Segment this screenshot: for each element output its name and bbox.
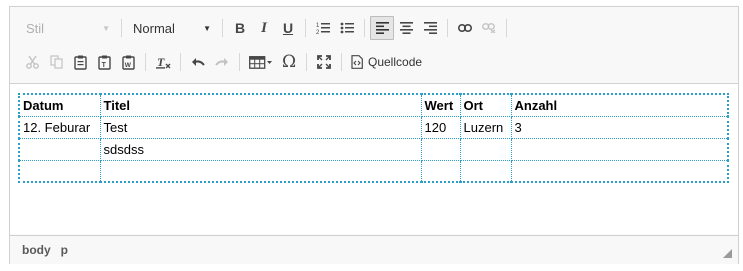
special-character-icon[interactable]: Ω	[277, 50, 301, 74]
toolbar-row-2: T W T Ω Quellcode	[20, 47, 426, 77]
style-dropdown[interactable]: Stil ▼	[20, 16, 116, 40]
rich-text-editor: Stil ▼ Normal ▼ B I U 12 T W T Ω Quellco…	[9, 6, 739, 264]
underline-button[interactable]: U	[276, 16, 300, 40]
cut-icon[interactable]	[20, 50, 44, 74]
bold-button[interactable]: B	[228, 16, 252, 40]
link-icon[interactable]	[453, 16, 477, 40]
table-cell[interactable]	[18, 159, 101, 183]
paste-icon[interactable]	[68, 50, 92, 74]
toolbar-separator	[506, 19, 507, 37]
table-header-cell[interactable]: Ort	[459, 93, 512, 117]
table-cell[interactable]: 3	[510, 115, 729, 139]
table-row: 12. Feburar Test 120 Luzern 3	[18, 115, 729, 139]
path-item-p[interactable]: p	[61, 243, 68, 257]
align-left-icon[interactable]	[370, 16, 394, 40]
table-cell[interactable]: 12. Feburar	[18, 115, 101, 139]
svg-text:W: W	[124, 62, 131, 69]
italic-button[interactable]: I	[252, 16, 276, 40]
editor-content-area[interactable]: Datum Titel Wert Ort Anzahl 12. Feburar …	[10, 84, 738, 234]
paste-text-icon[interactable]: T	[92, 50, 116, 74]
source-code-button[interactable]: Quellcode	[347, 50, 426, 74]
undo-icon[interactable]	[186, 50, 210, 74]
table-cell[interactable]	[459, 159, 512, 183]
svg-text:T: T	[157, 55, 165, 69]
format-dropdown-label: Normal	[133, 20, 175, 36]
source-code-label: Quellcode	[368, 55, 423, 69]
toolbar-row-1: Stil ▼ Normal ▼ B I U 12	[20, 13, 512, 43]
toolbar-separator	[305, 19, 306, 37]
remove-format-icon[interactable]: T	[151, 50, 175, 74]
path-item-body[interactable]: body	[22, 243, 51, 257]
toolbar-separator	[145, 53, 146, 71]
svg-text:2: 2	[316, 30, 320, 35]
table-icon[interactable]	[245, 50, 277, 74]
table-header-cell[interactable]: Anzahl	[510, 93, 729, 117]
table-cell[interactable]	[459, 137, 512, 161]
source-code-icon	[351, 55, 363, 69]
toolbar-separator	[121, 19, 122, 37]
table-cell[interactable]	[99, 159, 422, 183]
unlink-icon[interactable]	[477, 16, 501, 40]
table-cell[interactable]	[510, 159, 729, 183]
table-cell[interactable]	[510, 137, 729, 161]
paste-word-icon[interactable]: W	[116, 50, 140, 74]
svg-text:T: T	[101, 62, 106, 69]
table-header-cell[interactable]: Datum	[18, 93, 101, 117]
format-dropdown[interactable]: Normal ▼	[127, 16, 217, 40]
table-cell[interactable]: Test	[99, 115, 422, 139]
toolbar-separator	[306, 53, 307, 71]
numbered-list-icon[interactable]: 12	[311, 16, 335, 40]
align-right-icon[interactable]	[418, 16, 442, 40]
table-header-row: Datum Titel Wert Ort Anzahl	[18, 93, 729, 117]
toolbar-separator	[180, 53, 181, 71]
maximize-icon[interactable]	[312, 50, 336, 74]
align-center-icon[interactable]	[394, 16, 418, 40]
table-row	[18, 159, 729, 183]
table-cell[interactable]: 120	[420, 115, 461, 139]
table-cell[interactable]: Luzern	[459, 115, 512, 139]
table-header-cell[interactable]: Wert	[420, 93, 461, 117]
table-cell[interactable]: sdsdss	[99, 137, 422, 161]
toolbar-separator	[364, 19, 365, 37]
redo-icon[interactable]	[210, 50, 234, 74]
chevron-down-icon: ▼	[203, 23, 211, 33]
element-path-bar: body p	[10, 235, 738, 264]
copy-icon[interactable]	[44, 50, 68, 74]
style-dropdown-label: Stil	[26, 20, 45, 36]
table-header-cell[interactable]: Titel	[99, 93, 422, 117]
data-table[interactable]: Datum Titel Wert Ort Anzahl 12. Feburar …	[18, 93, 729, 183]
table-row: sdsdss	[18, 137, 729, 161]
toolbar-separator	[341, 53, 342, 71]
toolbar-separator	[447, 19, 448, 37]
editor-toolbar: Stil ▼ Normal ▼ B I U 12 T W T Ω Quellco…	[10, 7, 738, 84]
resize-handle-icon[interactable]	[723, 249, 732, 258]
table-cell[interactable]	[420, 159, 461, 183]
bulleted-list-icon[interactable]	[335, 16, 359, 40]
toolbar-separator	[222, 19, 223, 37]
svg-text:1: 1	[316, 23, 320, 29]
table-cell[interactable]	[420, 137, 461, 161]
table-cell[interactable]	[18, 137, 101, 161]
toolbar-separator	[239, 53, 240, 71]
chevron-down-icon: ▼	[102, 23, 110, 33]
